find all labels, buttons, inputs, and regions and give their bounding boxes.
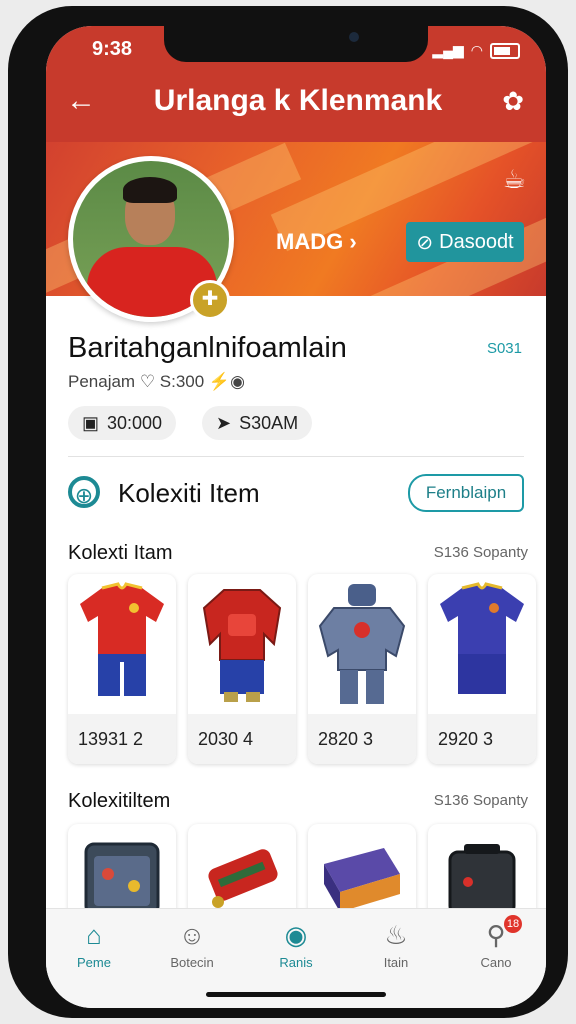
item-price: 2030 4 bbox=[188, 714, 296, 764]
item-card[interactable]: 2920 3 bbox=[428, 574, 536, 764]
tab-botecin[interactable]: ☺ Botecin bbox=[152, 919, 232, 970]
row-title: Kolexitiltem bbox=[68, 790, 171, 812]
robot-armor-image bbox=[318, 584, 406, 704]
item-card[interactable]: 2030 4 bbox=[188, 574, 296, 764]
signal-icon: ▂▄▆ bbox=[432, 42, 464, 58]
tab-label: Botecin bbox=[170, 955, 214, 970]
profile-meta: Penajam ♡ S:300 ⚡◉ bbox=[68, 372, 245, 391]
send-icon: ➤ bbox=[216, 412, 232, 433]
divider bbox=[68, 456, 524, 457]
red-armor-image bbox=[202, 589, 282, 702]
stat-chip-label: 30:000 bbox=[107, 412, 163, 433]
stat-chip-coins[interactable]: ▣ 30:000 bbox=[68, 406, 177, 440]
timer-icon: ♨ bbox=[384, 920, 408, 950]
page-title: Urlanga k Klenmank bbox=[153, 84, 443, 117]
phone-frame: 9:38 ▂▄▆ ◠ ← Urlanga k Klenmank ✿ ☕︎ MAD… bbox=[8, 6, 568, 1018]
app-screen: 9:38 ▂▄▆ ◠ ← Urlanga k Klenmank ✿ ☕︎ MAD… bbox=[46, 26, 546, 1008]
collection-icon: ⊕ bbox=[68, 476, 100, 508]
blue-jersey-image bbox=[440, 582, 524, 694]
item-price: 13931 2 bbox=[68, 714, 176, 764]
add-badge-icon[interactable]: ✚ bbox=[190, 280, 230, 320]
stat-chip-send[interactable]: ➤ S30AM bbox=[202, 406, 313, 440]
status-time: 9:38 bbox=[92, 38, 133, 60]
tab-label: Peme bbox=[77, 955, 111, 970]
row-count[interactable]: S136 Sopanty bbox=[434, 792, 528, 809]
tab-itain[interactable]: ♨ Itain bbox=[356, 919, 436, 970]
tab-home[interactable]: ⌂ Peme bbox=[54, 919, 134, 970]
follow-button[interactable]: ⊘ Dasoodt bbox=[406, 222, 524, 262]
settings-icon[interactable]: ✿ bbox=[502, 86, 524, 117]
row-title: Kolexti Itam bbox=[68, 542, 173, 564]
home-indicator[interactable] bbox=[206, 992, 386, 997]
home-icon: ⌂ bbox=[86, 920, 102, 950]
follow-label: Dasoodt bbox=[439, 230, 514, 253]
notch bbox=[164, 26, 428, 62]
wifi-icon: ◠ bbox=[470, 42, 483, 58]
item-price: 2920 3 bbox=[428, 714, 536, 764]
chevron-right-icon: › bbox=[349, 229, 357, 254]
section-title: Kolexiti Item bbox=[118, 478, 260, 508]
ball-icon: ◉ bbox=[284, 920, 308, 950]
notification-badge: 18 bbox=[504, 915, 522, 933]
wallet-icon: ▣ bbox=[82, 412, 100, 433]
section-action-button[interactable]: Fernblaipn bbox=[408, 474, 524, 512]
stat-chip-label: S30AM bbox=[239, 412, 299, 433]
battery-icon bbox=[490, 42, 520, 59]
follow-icon: ⊘ bbox=[416, 231, 434, 254]
tab-label: Ranis bbox=[279, 955, 313, 970]
profile-name: Baritahganlnifoamlain bbox=[68, 332, 347, 364]
made-label: MADG bbox=[276, 229, 344, 254]
tab-cano[interactable]: ⚲ Cano 18 bbox=[456, 915, 536, 970]
item-price: 2820 3 bbox=[308, 714, 416, 764]
item-card[interactable]: 13931 2 bbox=[68, 574, 176, 764]
item-card[interactable]: 2820 3 bbox=[308, 574, 416, 764]
row-count[interactable]: S136 Sopanty bbox=[434, 544, 528, 561]
tab-ranis[interactable]: ◉ Ranis bbox=[256, 919, 336, 970]
back-arrow-icon[interactable]: ← bbox=[66, 86, 96, 116]
smiley-icon: ☺ bbox=[178, 920, 206, 950]
made-link[interactable]: MADG › bbox=[276, 229, 357, 255]
tab-label: Itain bbox=[383, 955, 409, 970]
camera-icon bbox=[349, 32, 359, 42]
status-icons: ▂▄▆ ◠ bbox=[432, 42, 520, 59]
badge-icon[interactable]: ☕︎ bbox=[503, 164, 526, 195]
tab-label: Cano bbox=[480, 955, 512, 970]
avatar-hair bbox=[123, 177, 177, 203]
red-jersey-image bbox=[80, 582, 164, 696]
profile-code: S031 bbox=[486, 340, 522, 357]
